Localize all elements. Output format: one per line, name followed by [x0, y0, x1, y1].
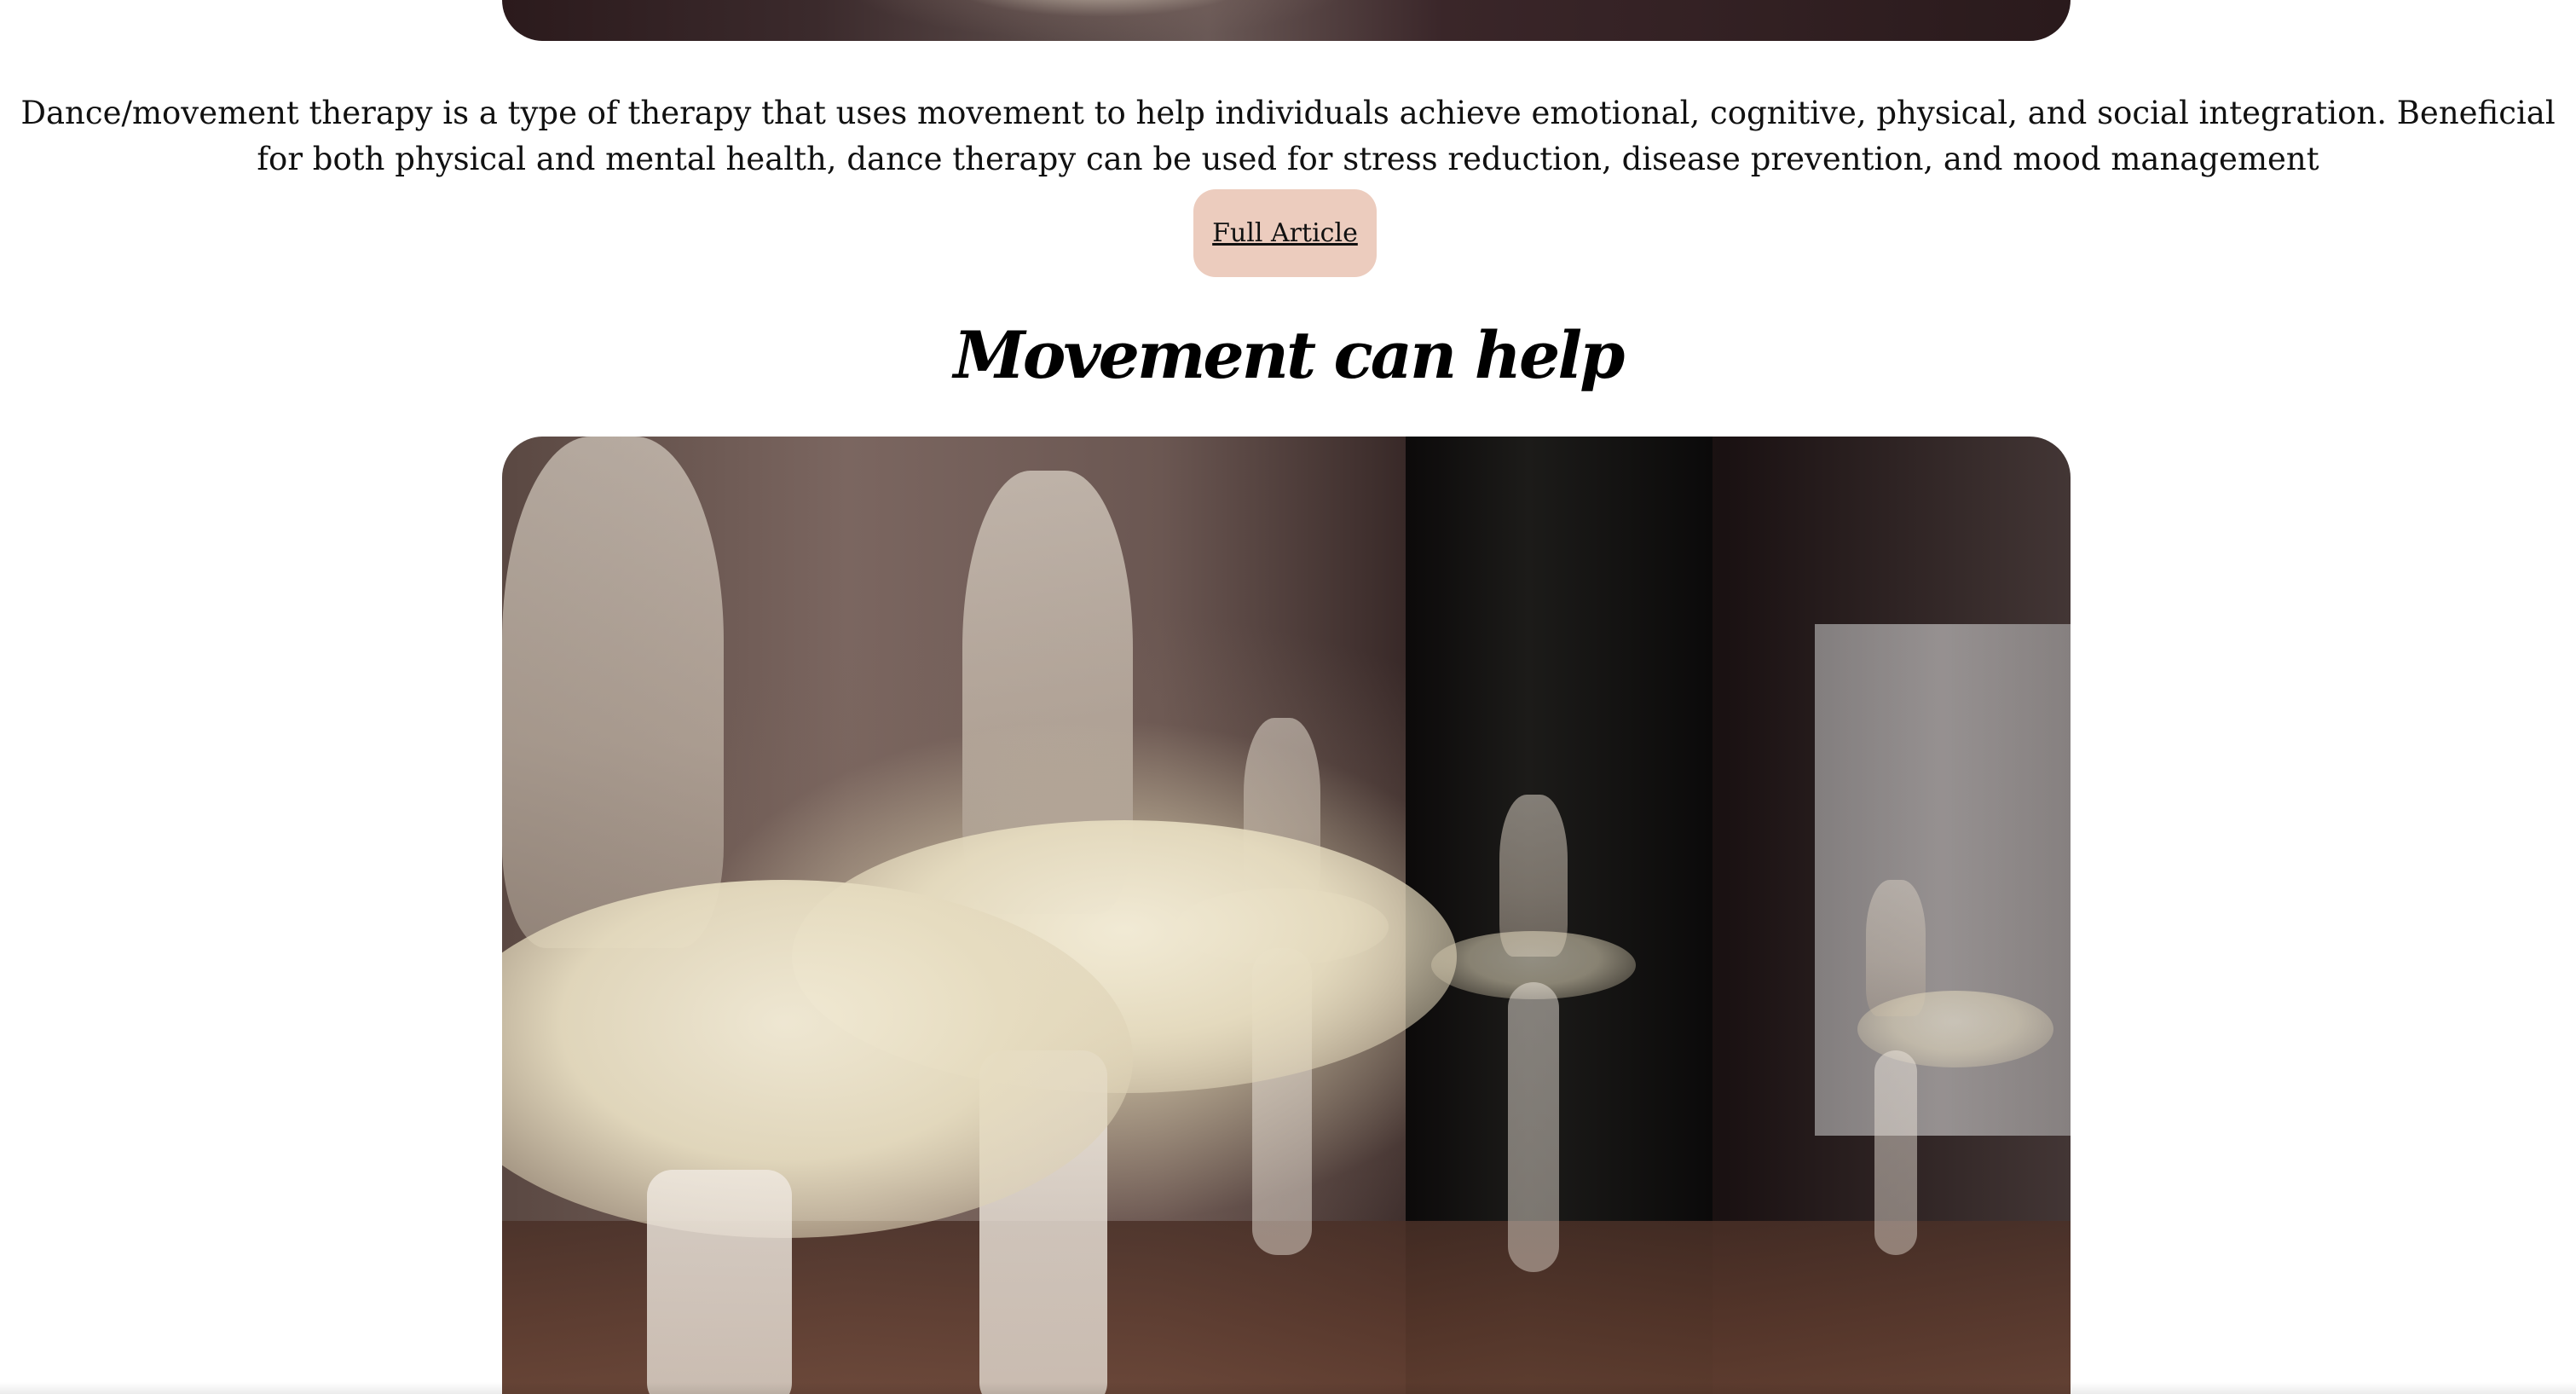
ballet-dancers-image	[502, 437, 2071, 1394]
dancer-figure	[502, 437, 724, 948]
top-article-image	[502, 0, 2071, 41]
article-intro-text: Dance/movement therapy is a type of ther…	[20, 95, 2556, 177]
section-heading: Movement can help	[953, 317, 1626, 393]
dancer-legs	[647, 1170, 792, 1394]
dancer-legs	[1508, 982, 1559, 1272]
dancer-legs	[1874, 1050, 1917, 1255]
full-article-button[interactable]: Full Article	[1193, 189, 1377, 277]
page-bottom-edge	[0, 1382, 2576, 1394]
